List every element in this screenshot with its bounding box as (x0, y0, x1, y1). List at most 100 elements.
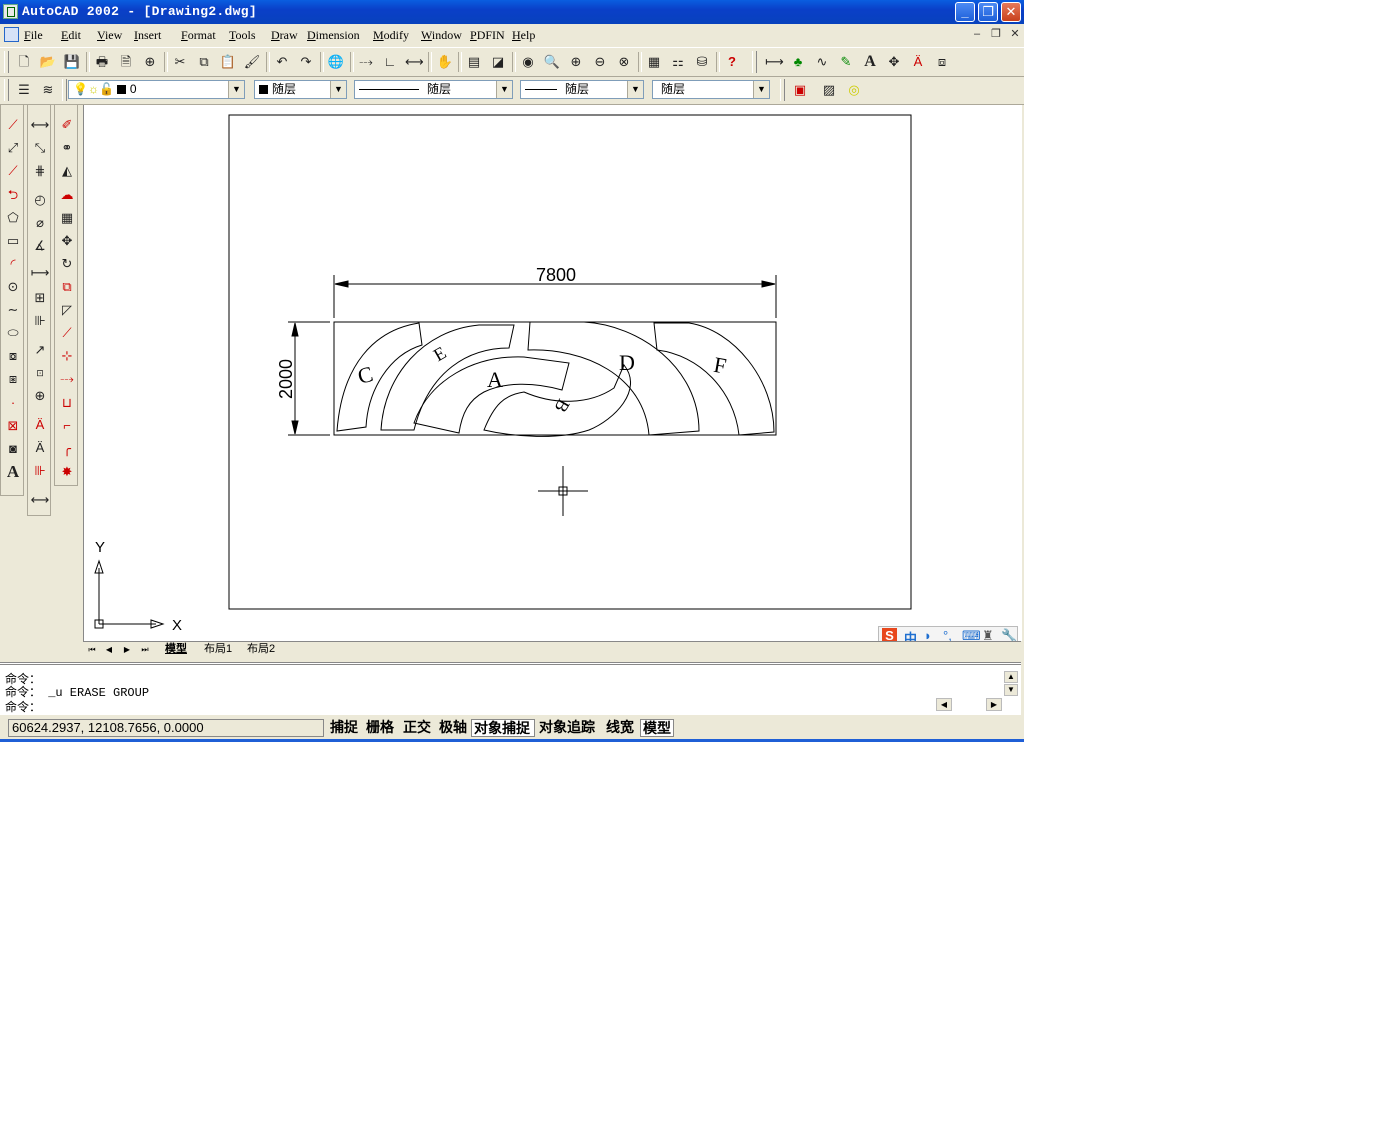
mtext-icon[interactable]: A (2, 462, 24, 482)
dim-radius-icon[interactable]: ◴ (29, 190, 51, 210)
pan-realtime-icon[interactable]: ✋ (436, 53, 454, 71)
copy-object-icon[interactable]: ⚭ (56, 138, 78, 158)
make-block-icon[interactable]: ⧆ (2, 369, 24, 389)
toolbar-grip[interactable] (62, 79, 67, 101)
chart-icon[interactable]: ▣ (791, 81, 809, 99)
scroll-up-icon[interactable]: ▲ (1004, 671, 1018, 683)
coordinate-display[interactable]: 60624.2937, 12108.7656, 0.0000 (8, 719, 324, 737)
layers-icon[interactable]: ☰ (15, 81, 33, 99)
ucs-icon[interactable]: ∟ (381, 53, 399, 71)
osnap-toggle[interactable]: 对象捕捉 (471, 719, 535, 737)
dim-baseline-icon[interactable]: ⊞ (29, 288, 51, 308)
save-icon[interactable]: 💾 (63, 53, 81, 71)
fillet-icon[interactable]: ╭ (56, 439, 78, 459)
dim-update-icon[interactable]: ⊪ (29, 461, 51, 481)
tolerance-icon[interactable]: ⊡ (29, 363, 51, 383)
dim-continue-icon[interactable]: ⊪ (29, 311, 51, 331)
zoom-realtime-icon[interactable]: 🔍 (543, 53, 561, 71)
polyline-icon[interactable]: ⟋ (2, 161, 24, 181)
image-icon[interactable]: ▨ (820, 81, 838, 99)
make-layer-current-icon[interactable]: ≋ (39, 81, 57, 99)
tracking-icon[interactable]: ⤏ (357, 53, 375, 71)
drawing-svg[interactable]: 7800 2000 C E A B D F Y X (84, 105, 1022, 641)
cut-icon[interactable]: ✂ (171, 53, 189, 71)
lineweight-dropdown[interactable]: 随层 ▼ (520, 80, 644, 99)
app-icon[interactable] (3, 4, 18, 19)
menu-tools[interactable]: Tools (229, 28, 256, 43)
array-icon[interactable]: ▦ (56, 208, 78, 228)
properties-icon[interactable]: ▦ (645, 53, 663, 71)
tab-layout1[interactable]: 布局1 (200, 642, 236, 656)
drawing-canvas[interactable]: 7800 2000 C E A B D F Y X (83, 105, 1022, 641)
match-properties-icon[interactable]: 🖌 (243, 53, 261, 71)
menu-modify[interactable]: Modify (373, 28, 409, 43)
leader-icon[interactable]: ↗ (29, 340, 51, 360)
publish-icon[interactable]: ⊕ (141, 53, 159, 71)
next-tab-icon[interactable]: ▶ (120, 643, 134, 656)
dim-text-icon[interactable]: Ä (909, 53, 927, 71)
tab-layout2[interactable]: 布局2 (243, 642, 279, 656)
menu-format[interactable]: Format (181, 28, 216, 43)
quick-dim-icon[interactable]: ⟼ (29, 263, 51, 283)
rotate-icon[interactable]: ↻ (56, 254, 78, 274)
hatch-icon[interactable]: ⊠ (2, 416, 24, 436)
dim-angular-icon[interactable]: ∡ (29, 236, 51, 256)
toolbar-grip[interactable] (4, 51, 9, 73)
spline-icon[interactable]: ∼ (2, 300, 24, 320)
mirror-icon[interactable]: ◭ (56, 161, 78, 181)
ortho-toggle[interactable]: 正交 (403, 719, 431, 737)
text-icon[interactable]: A (861, 53, 879, 71)
dim-edit-icon[interactable]: Ä (29, 415, 51, 435)
command-prompt[interactable]: 命令： (5, 698, 41, 715)
scale-icon[interactable]: ⧉ (56, 277, 78, 297)
toolbar-grip[interactable] (780, 79, 785, 101)
layer-dropdown[interactable]: 💡☼🔓 0 ▼ (68, 80, 245, 99)
copy-icon[interactable]: ⧉ (195, 53, 213, 71)
menu-draw[interactable]: Draw (271, 28, 298, 43)
scroll-down-icon[interactable]: ▼ (1004, 684, 1018, 696)
menu-window[interactable]: Window (421, 28, 462, 43)
offset-icon[interactable]: ☁ (56, 185, 78, 205)
construction-line-icon[interactable]: ⤢ (2, 138, 24, 158)
open-icon[interactable]: 📂 (39, 53, 57, 71)
pentagon-icon[interactable]: ⬠ (2, 208, 24, 228)
zoom-window-icon[interactable]: ⊕ (567, 53, 585, 71)
design-center-icon[interactable]: ⚏ (669, 53, 687, 71)
grid-toggle[interactable]: 栅格 (366, 719, 394, 737)
linetype-dropdown[interactable]: 随层 ▼ (354, 80, 513, 99)
explode-icon[interactable]: ✸ (56, 462, 78, 482)
menu-help[interactable]: Help (512, 28, 535, 43)
print-icon[interactable]: 🖶 (93, 53, 111, 71)
dim-linear-icon[interactable]: ⟼ (765, 53, 784, 71)
extend-icon[interactable]: ⤏ (56, 369, 78, 389)
dim-diameter-icon[interactable]: ⌀ (29, 213, 51, 233)
insert-block-icon[interactable]: ⧇ (2, 346, 24, 366)
command-window[interactable]: 命令： 命令： _u ERASE GROUP 命令： ▲ ▼ ◀ ▶ (0, 662, 1021, 715)
toolbar-grip[interactable] (4, 79, 9, 101)
close-button[interactable]: ✕ (1001, 2, 1021, 22)
undo-icon[interactable]: ↶ (273, 53, 291, 71)
dbconnect-icon[interactable]: ⛁ (693, 53, 711, 71)
center-mark-icon[interactable]: ⊕ (29, 386, 51, 406)
trim-icon[interactable]: ⊹ (56, 346, 78, 366)
print-preview-icon[interactable]: 🗎 (117, 53, 135, 71)
menu-pdfin[interactable]: PDFIN (470, 28, 505, 43)
dim-linear-icon[interactable]: ⟷ (29, 115, 51, 135)
3d-box-icon[interactable]: ⧈ (933, 53, 951, 71)
dim-style-icon[interactable]: ⟷ (29, 490, 51, 510)
chevron-down-icon[interactable]: ▼ (330, 81, 346, 98)
menu-file[interactable]: File (24, 28, 43, 43)
rectangle-icon[interactable]: ▭ (2, 231, 24, 251)
help-icon[interactable]: ? (723, 53, 741, 71)
new-icon[interactable]: 🗋 (15, 53, 33, 71)
document-icon[interactable] (4, 27, 19, 42)
restore-button[interactable]: ❐ (978, 2, 998, 22)
web-icon[interactable]: 🌐 (327, 53, 345, 71)
menu-view[interactable]: View (97, 28, 122, 43)
dim-text-edit-icon[interactable]: Ä (29, 438, 51, 458)
dim-ordinate-icon[interactable]: ⋕ (29, 161, 51, 181)
zoom-previous-icon[interactable]: ⊖ (591, 53, 609, 71)
redo-icon[interactable]: ↷ (297, 53, 315, 71)
doc-restore-button[interactable]: ❐ (989, 27, 1003, 41)
model-toggle[interactable]: 模型 (640, 719, 674, 737)
